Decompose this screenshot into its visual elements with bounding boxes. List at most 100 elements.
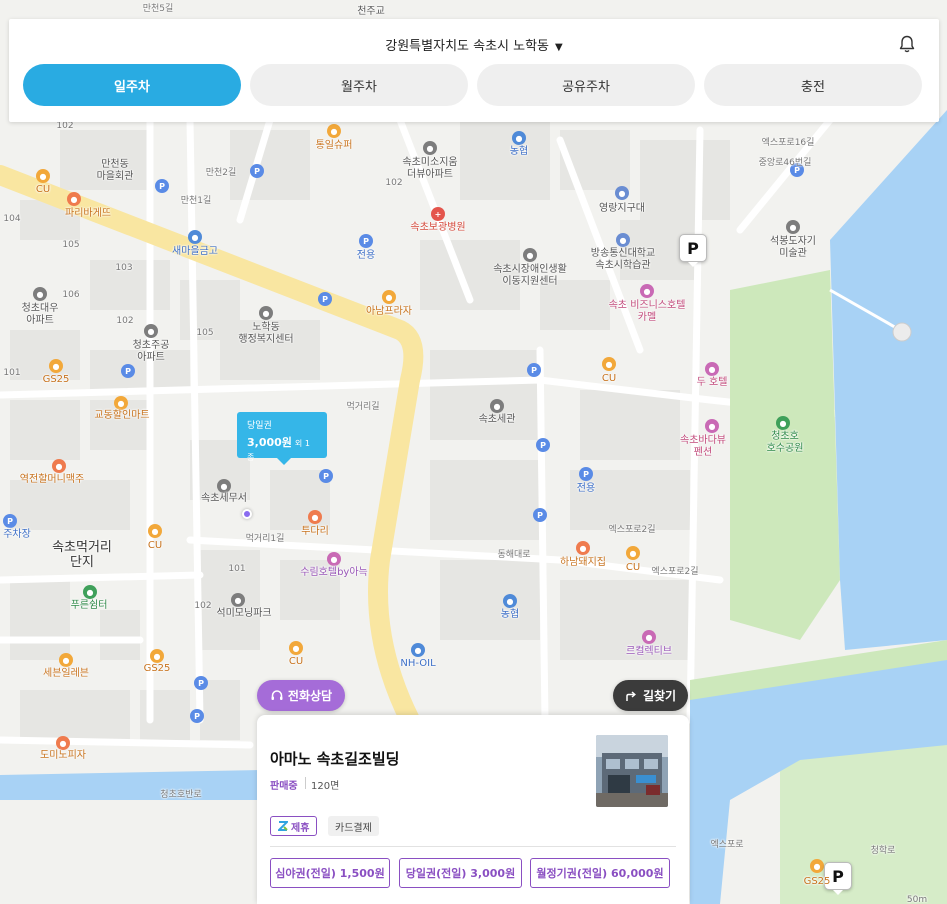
parking-icon[interactable]: P — [155, 179, 169, 193]
parking-icon[interactable]: P — [190, 709, 204, 723]
map-label: 교동할인마트 — [94, 410, 150, 421]
tax-office-icon[interactable]: ● — [217, 479, 231, 493]
police-icon[interactable]: ● — [615, 186, 629, 200]
map-label: 중앙로46번길 — [758, 158, 812, 168]
map-label: 주차장 — [3, 529, 31, 540]
convenience-store-icon[interactable]: ● — [289, 641, 303, 655]
convenience-store-icon[interactable]: ● — [49, 359, 63, 373]
government-office-icon[interactable]: ● — [259, 306, 273, 320]
mart-icon[interactable]: ● — [114, 396, 128, 410]
office-icon[interactable]: ● — [523, 248, 537, 262]
parking-price-marker[interactable]: 당일권 3,000원 외 1종 — [237, 412, 327, 465]
parking-icon[interactable]: P — [194, 676, 208, 690]
park-icon[interactable]: ● — [83, 585, 97, 599]
parking-icon[interactable]: P — [527, 363, 541, 377]
directions-button[interactable]: 길찾기 — [613, 680, 688, 711]
convenience-store-icon[interactable]: ● — [150, 649, 164, 663]
convenience-store-icon[interactable]: ● — [327, 124, 341, 138]
partner-badge: 제휴 — [270, 816, 318, 836]
convenience-store-icon[interactable]: ● — [59, 653, 73, 667]
convenience-store-icon[interactable]: ● — [810, 859, 824, 873]
map-label: CU — [35, 184, 51, 195]
map-label: GS25 — [143, 663, 171, 674]
parking-lot-photo[interactable] — [596, 735, 668, 807]
map-label: 만천1길 — [180, 196, 212, 206]
map-label: 석봉도자기 미술관 — [770, 236, 816, 259]
building-number: 101 — [3, 368, 21, 378]
location-selector[interactable]: 강원특별자치도 속초시 노학동 ▼ — [9, 35, 939, 54]
hotel-icon[interactable]: ● — [640, 284, 654, 298]
restaurant-icon[interactable]: ● — [576, 541, 590, 555]
apartment-icon[interactable]: ● — [231, 593, 245, 607]
phone-consult-label: 전화상담 — [287, 689, 333, 703]
customs-icon[interactable]: ● — [490, 399, 504, 413]
school-icon[interactable]: ● — [616, 233, 630, 247]
park-icon[interactable]: ● — [776, 416, 790, 430]
map-label: NH-OIL — [400, 658, 436, 669]
tab-daily-parking[interactable]: 일주차 — [23, 64, 241, 106]
apartment-icon[interactable]: ● — [423, 141, 437, 155]
shopping-icon[interactable]: ● — [382, 290, 396, 304]
map-label: CU — [147, 540, 163, 551]
map-label: 노학동 행정복지센터 — [238, 322, 294, 345]
hospital-icon[interactable]: + — [431, 207, 445, 221]
bakery-icon[interactable]: ● — [67, 192, 81, 206]
map-label: 청초호반로 — [160, 790, 202, 800]
hotel-icon[interactable]: ● — [327, 552, 341, 566]
map-label: 만천5길 — [142, 4, 174, 14]
ticket-monthly[interactable]: 월정기권(전일) 60,000원 — [530, 858, 670, 888]
map-label: 청초주공 아파트 — [132, 340, 170, 363]
ticket-night[interactable]: 심야권(전일) 1,500원 — [270, 858, 390, 888]
parking-icon[interactable]: P — [319, 469, 333, 483]
parking-icon[interactable]: P — [533, 508, 547, 522]
parking-icon[interactable]: P — [536, 438, 550, 452]
tab-shared-parking[interactable]: 공유주차 — [477, 64, 695, 106]
building-number: 104 — [3, 214, 21, 224]
apartment-icon[interactable]: ● — [33, 287, 47, 301]
parking-icon[interactable]: P — [318, 292, 332, 306]
hotel-icon[interactable]: ● — [705, 362, 719, 376]
bank-icon[interactable]: ● — [188, 230, 202, 244]
convenience-store-icon[interactable]: ● — [148, 524, 162, 538]
parking-lot-marker[interactable]: P — [679, 234, 707, 267]
parking-icon[interactable]: P — [121, 364, 135, 378]
map-label: 아남프라자 — [366, 306, 412, 317]
restaurant-icon[interactable]: ● — [308, 510, 322, 524]
map-label: 청초호 호수공원 — [766, 431, 804, 454]
bank-icon[interactable]: ● — [512, 131, 526, 145]
convenience-store-icon[interactable]: ● — [602, 357, 616, 371]
map-label: 청학로 — [870, 846, 896, 856]
pension-icon[interactable]: ● — [705, 419, 719, 433]
parking-icon[interactable]: P — [579, 467, 593, 481]
pizza-icon[interactable]: ● — [56, 736, 70, 750]
map-label: 엑스포로2길 — [651, 567, 699, 577]
marker-ticket-label: 당일권 — [247, 421, 272, 431]
parking-lot-card[interactable]: 아마노 속초길조빌딩 판매중 120면 제휴 카드결제 심야권(전일) 1,50… — [257, 715, 689, 904]
partner-badge-label: 제휴 — [291, 822, 310, 834]
parking-icon[interactable]: P — [3, 514, 17, 528]
current-location-dot — [242, 509, 252, 519]
phone-consult-button[interactable]: 전화상담 — [257, 680, 345, 711]
map-label: 영랑지구대 — [599, 203, 645, 214]
bell-icon[interactable] — [897, 34, 917, 54]
gas-station-icon[interactable]: ● — [411, 643, 425, 657]
parking-icon[interactable]: P — [359, 234, 373, 248]
ticket-daily[interactable]: 당일권(전일) 3,000원 — [399, 858, 522, 888]
map-label: 파리바게뜨 — [65, 208, 111, 219]
museum-icon[interactable]: ● — [786, 220, 800, 234]
tab-monthly-parking[interactable]: 월주차 — [250, 64, 468, 106]
parking-icon[interactable]: P — [250, 164, 264, 178]
hotel-icon[interactable]: ● — [642, 630, 656, 644]
apartment-icon[interactable]: ● — [144, 324, 158, 338]
map-label: 속초바다뷰 펜션 — [680, 435, 726, 458]
spot-count: 120면 — [311, 781, 340, 792]
pub-icon[interactable]: ● — [52, 459, 66, 473]
building-number: 102 — [116, 316, 134, 326]
map-label: 먹거리길 — [346, 402, 380, 412]
convenience-store-icon[interactable]: ● — [36, 169, 50, 183]
building-number: 102 — [56, 121, 74, 131]
convenience-store-icon[interactable]: ● — [626, 546, 640, 560]
map-label: 속초시장애인생활 이동지원센터 — [493, 264, 567, 287]
tab-charging[interactable]: 충전 — [704, 64, 922, 106]
bank-icon[interactable]: ● — [503, 594, 517, 608]
